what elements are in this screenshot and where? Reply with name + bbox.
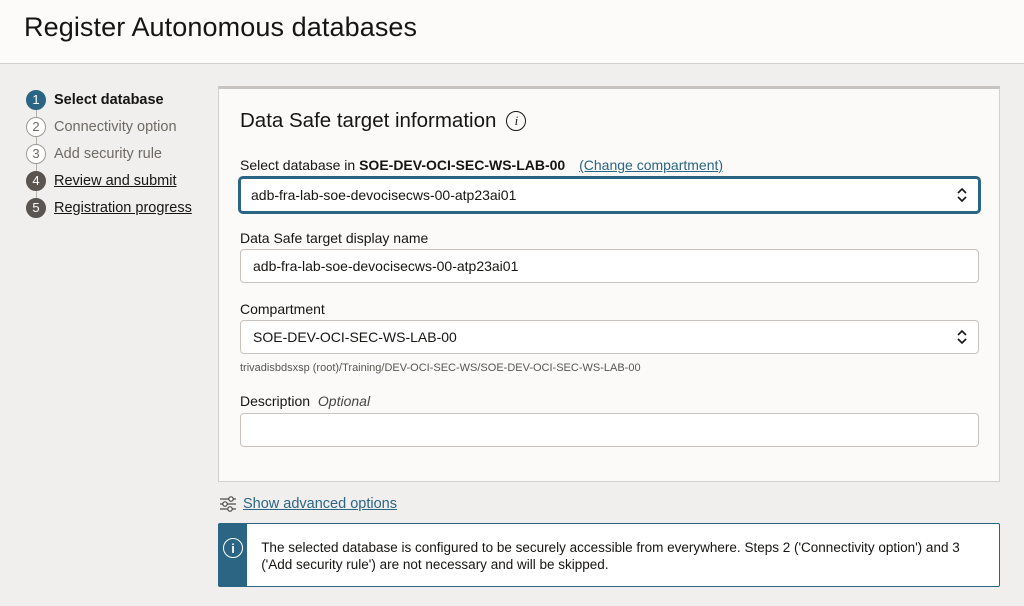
banner-message: The selected database is configured to b… [261, 540, 960, 572]
step-label[interactable]: Review and submit [54, 173, 177, 189]
target-info-card: Data Safe target information i Select da… [218, 86, 1000, 482]
select-database-compartment: SOE-DEV-OCI-SEC-WS-LAB-00 [359, 157, 566, 173]
step-label: Add security rule [54, 145, 162, 162]
description-label: Description Optional [240, 393, 370, 409]
description-label-text: Description [240, 393, 311, 409]
show-advanced-options-link[interactable]: Show advanced options [243, 496, 397, 512]
step-select-database[interactable]: 1 Select database [26, 86, 206, 113]
step-number: 2 [26, 116, 46, 137]
step-review-and-submit[interactable]: 4 Review and submit [26, 167, 206, 194]
display-name-label: Data Safe target display name [240, 230, 429, 246]
change-compartment-link[interactable]: (Change compartment) [579, 157, 723, 173]
step-number: 3 [26, 143, 46, 164]
step-registration-progress[interactable]: 5 Registration progress [26, 194, 206, 221]
sliders-icon [220, 496, 236, 512]
step-label: Connectivity option [54, 118, 177, 135]
step-label[interactable]: Registration progress [54, 200, 192, 216]
select-database-label-prefix: Select database in [240, 157, 356, 173]
chevron-up-down-icon [957, 187, 967, 203]
database-select-value: adb-fra-lab-soe-devocisecws-00-atp23ai01 [251, 187, 517, 203]
select-database-label: Select database in SOE-DEV-OCI-SEC-WS-LA… [240, 157, 723, 173]
show-advanced-options[interactable]: Show advanced options [219, 495, 397, 513]
info-banner: i The selected database is configured to… [218, 523, 1000, 587]
display-name-value: adb-fra-lab-soe-devocisecws-00-atp23ai01 [253, 258, 519, 274]
step-number: 5 [26, 197, 46, 218]
compartment-path-hint: trivadisbdsxsp (root)/Training/DEV-OCI-S… [240, 362, 641, 374]
description-input[interactable] [240, 413, 979, 447]
banner-icon-strip: i [219, 524, 248, 586]
step-connectivity-option: 2 Connectivity option [26, 113, 206, 140]
compartment-label: Compartment [240, 301, 325, 317]
info-icon[interactable]: i [506, 111, 527, 131]
info-icon: i [223, 538, 244, 558]
card-title-text: Data Safe target information [240, 109, 497, 132]
step-add-security-rule: 3 Add security rule [26, 140, 206, 167]
card-title: Data Safe target information i [240, 109, 527, 133]
step-number: 1 [26, 89, 46, 110]
step-number: 4 [26, 170, 46, 191]
page-header: Register Autonomous databases [0, 0, 1024, 64]
optional-tag: Optional [317, 393, 371, 409]
page-title: Register Autonomous databases [24, 12, 418, 42]
chevron-up-down-icon [957, 329, 967, 345]
wizard-stepper: 1 Select database 2 Connectivity option … [26, 86, 206, 221]
display-name-input[interactable]: adb-fra-lab-soe-devocisecws-00-atp23ai01 [240, 249, 979, 283]
compartment-select[interactable]: SOE-DEV-OCI-SEC-WS-LAB-00 [240, 320, 979, 354]
step-label: Select database [54, 91, 164, 108]
compartment-select-value: SOE-DEV-OCI-SEC-WS-LAB-00 [253, 329, 457, 345]
database-select[interactable]: adb-fra-lab-soe-devocisecws-00-atp23ai01 [239, 177, 980, 213]
